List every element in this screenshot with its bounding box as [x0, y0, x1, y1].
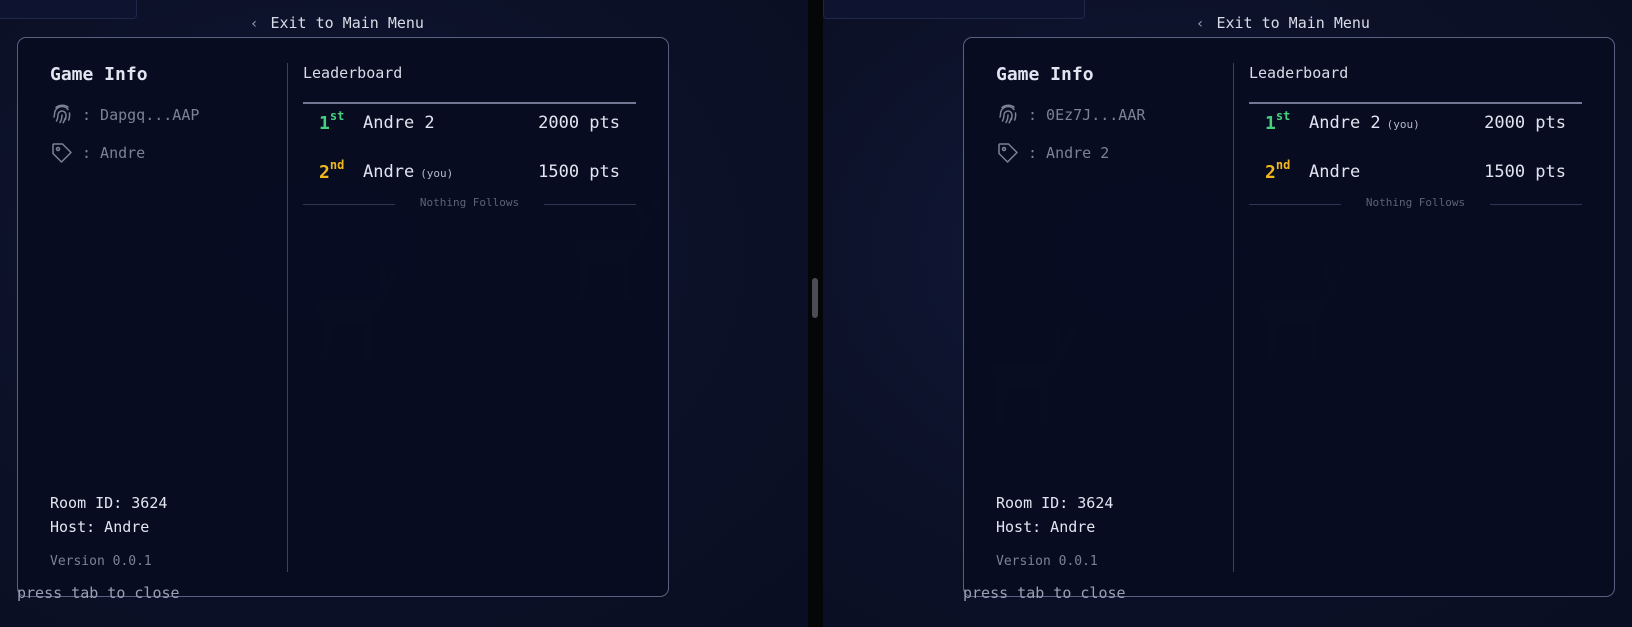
tag-icon: [52, 143, 72, 163]
player-name: Andre 2: [363, 113, 435, 133]
chevron-left-icon: ‹: [1196, 16, 1205, 32]
player-name: Andre 2 (you): [1309, 113, 1420, 133]
nothing-follows-divider: Nothing Follows: [303, 196, 636, 212]
room-id: Room ID: 3624: [996, 494, 1114, 512]
player-name-row: : Andre: [50, 141, 145, 165]
player-name-value: : Andre 2: [1028, 144, 1110, 162]
version-label: Version 0.0.1: [50, 554, 152, 569]
player-name-value: : Andre: [82, 144, 146, 162]
player-points: 1500 pts: [538, 162, 620, 182]
player-id-row: : Dapgq...AAP: [50, 103, 199, 127]
host-name: Host: Andre: [50, 518, 150, 536]
player-points: 2000 pts: [1484, 113, 1566, 133]
player-points: 1500 pts: [1484, 162, 1566, 182]
nothing-follows-label: Nothing Follows: [419, 196, 520, 209]
player-name-row: : Andre 2: [996, 141, 1109, 165]
leaderboard-row: 1st Andre 2 2000 pts: [303, 109, 636, 141]
game-info-column: Game Info : Dapgq...AAP : Andre Room ID:…: [18, 38, 288, 596]
fingerprint-icon: [53, 104, 71, 124]
leaderboard-row: 2nd Andre 1500 pts: [1249, 158, 1582, 190]
exit-to-main-menu-button[interactable]: ‹ Exit to Main Menu: [250, 14, 424, 32]
room-id: Room ID: 3624: [50, 494, 168, 512]
split-divider[interactable]: [808, 0, 823, 627]
game-info-column: Game Info : 0Ez7J...AAR : Andre 2 Room I…: [964, 38, 1234, 596]
rank-label: 1st: [319, 109, 345, 134]
game-info-panel: Game Info : Dapgq...AAP : Andre Room ID:…: [17, 37, 669, 597]
game-view-right: ‹ Exit to Main Menu Game Info : 0Ez7J...A…: [823, 0, 1632, 627]
exit-label: Exit to Main Menu: [1216, 14, 1370, 32]
player-id-value: : 0Ez7J...AAR: [1028, 106, 1146, 124]
host-name: Host: Andre: [996, 518, 1096, 536]
room-info: Room ID: 3624 Host: Andre: [996, 491, 1113, 539]
close-hint: press tab to close: [963, 584, 1126, 602]
room-info: Room ID: 3624 Host: Andre: [50, 491, 167, 539]
version-label: Version 0.0.1: [996, 554, 1098, 569]
nothing-follows-label: Nothing Follows: [1365, 196, 1466, 209]
fingerprint-icon: [999, 104, 1017, 124]
game-info-title: Game Info: [50, 64, 148, 85]
hud-box: [823, 0, 1085, 19]
tag-icon: [998, 143, 1018, 163]
player-name: Andre (you): [363, 162, 454, 182]
game-view-left: ‹ Exit to Main Menu Game Info : Dapgq...A…: [0, 0, 808, 627]
nothing-follows-divider: Nothing Follows: [1249, 196, 1582, 212]
leaderboard-rule: [303, 102, 636, 104]
rank-label: 2nd: [319, 158, 345, 183]
leaderboard-row: 2nd Andre (you) 1500 pts: [303, 158, 636, 190]
column-divider: [287, 63, 288, 572]
rank-label: 1st: [1265, 109, 1291, 134]
leaderboard-title: Leaderboard: [303, 64, 403, 82]
player-id-row: : 0Ez7J...AAR: [996, 103, 1145, 127]
close-hint: press tab to close: [17, 584, 180, 602]
player-points: 2000 pts: [538, 113, 620, 133]
leaderboard-row: 1st Andre 2 (you) 2000 pts: [1249, 109, 1582, 141]
player-name: Andre: [1309, 162, 1361, 182]
hud-box: [0, 0, 137, 19]
game-info-title: Game Info: [996, 64, 1094, 85]
drag-handle[interactable]: [812, 278, 818, 318]
chevron-left-icon: ‹: [250, 16, 259, 32]
column-divider: [1233, 63, 1234, 572]
game-info-panel: Game Info : 0Ez7J...AAR : Andre 2 Room I…: [963, 37, 1615, 597]
leaderboard-rule: [1249, 102, 1582, 104]
leaderboard-title: Leaderboard: [1249, 64, 1349, 82]
rank-label: 2nd: [1265, 158, 1291, 183]
exit-to-main-menu-button[interactable]: ‹ Exit to Main Menu: [1196, 14, 1370, 32]
exit-label: Exit to Main Menu: [270, 14, 424, 32]
player-id-value: : Dapgq...AAP: [82, 106, 200, 124]
